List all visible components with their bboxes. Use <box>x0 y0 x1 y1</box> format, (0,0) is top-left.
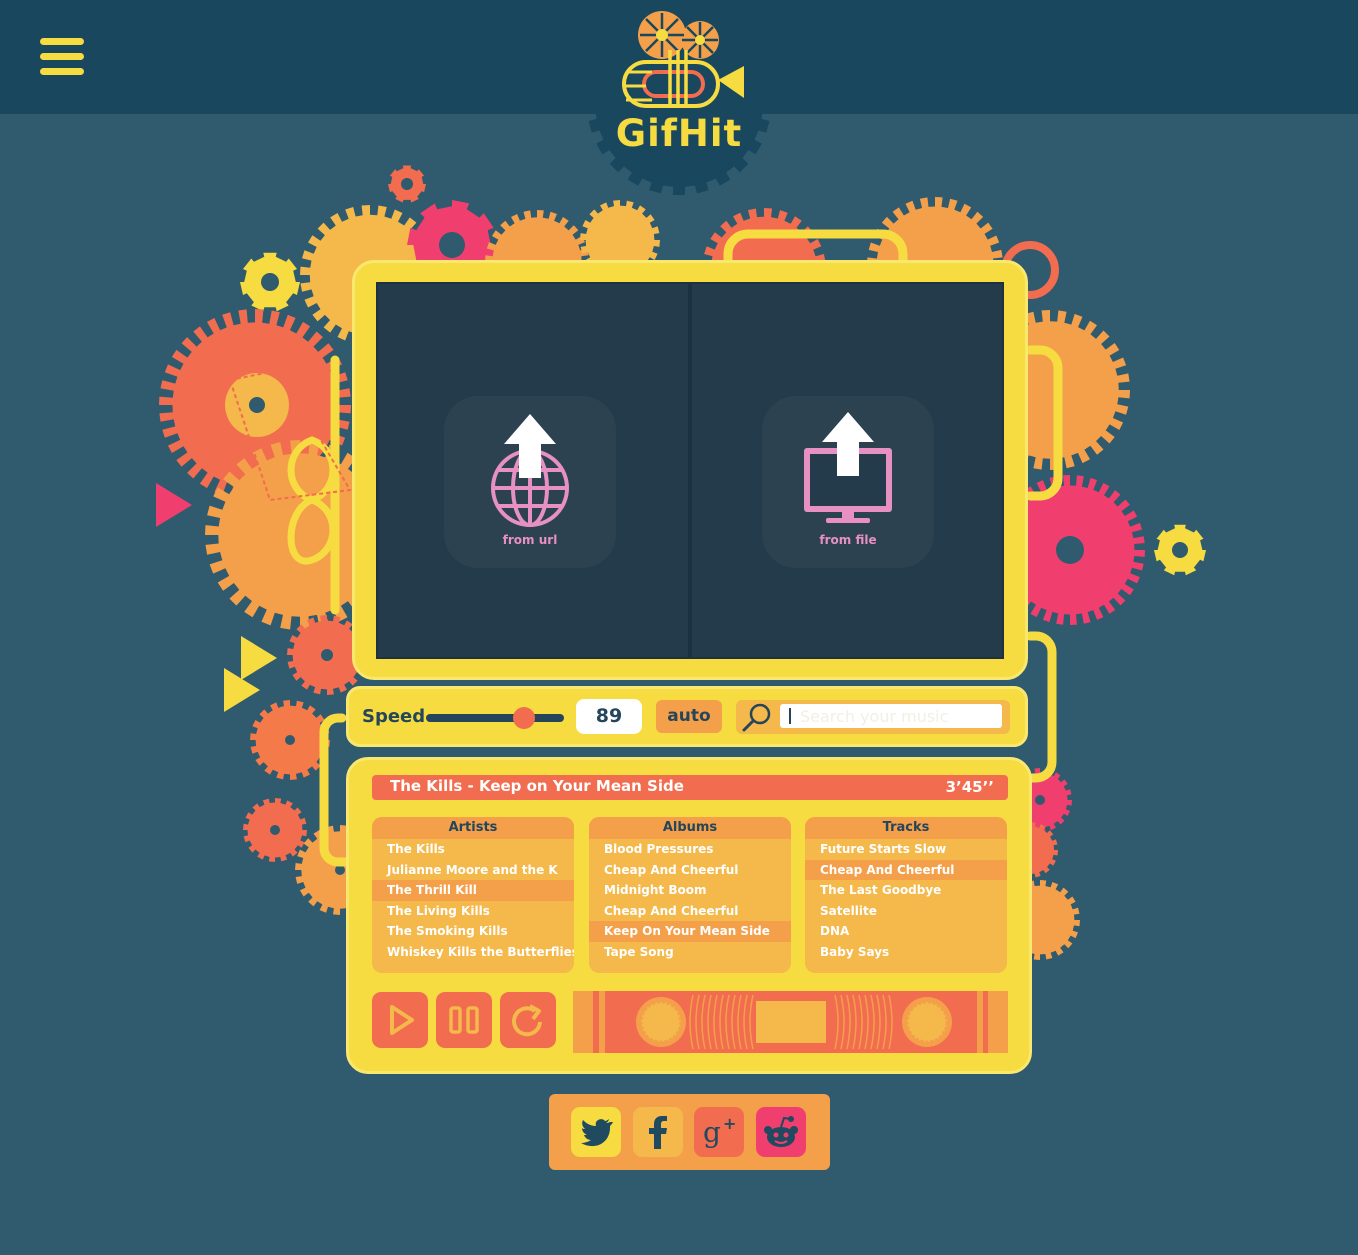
upload-from-file-button[interactable]: from file <box>762 396 934 568</box>
now-playing-duration: 3’45’’ <box>945 778 994 796</box>
now-playing-title: The Kills - Keep on Your Mean Side <box>390 777 684 795</box>
play-button[interactable] <box>372 992 428 1048</box>
tracks-column: Tracks Future Starts Slow Cheap And Cheer… <box>805 817 1007 973</box>
svg-text:g: g <box>703 1116 721 1149</box>
cassette-tape-visualizer <box>573 991 1008 1053</box>
google-plus-button[interactable]: g + <box>694 1107 744 1157</box>
album-list-item[interactable]: Keep On Your Mean Side <box>589 921 791 942</box>
now-playing-bar: The Kills - Keep on Your Mean Side 3’45’… <box>372 775 1008 800</box>
track-list-item[interactable]: The Last Goodbye <box>805 880 1007 901</box>
artists-list: The Kills Julianne Moore and the K The Thr… <box>372 839 574 963</box>
reddit-icon <box>764 1116 798 1147</box>
from-file-label: from file <box>819 533 877 547</box>
artist-list-item[interactable]: The Living Kills <box>372 901 574 922</box>
pause-icon <box>449 1006 479 1034</box>
album-list-item[interactable]: Cheap And Cheerful <box>589 860 791 881</box>
text-caret <box>789 708 791 724</box>
from-url-label: from url <box>502 533 558 547</box>
pause-button[interactable] <box>436 992 492 1048</box>
speed-slider-knob[interactable] <box>512 707 535 729</box>
twitter-button[interactable] <box>571 1107 621 1157</box>
albums-header: Albums <box>589 817 791 839</box>
cassette-reels-icon <box>573 991 1008 1053</box>
play-icon <box>390 1005 414 1035</box>
repeat-icon <box>512 1004 542 1037</box>
speed-label: Speed <box>362 706 426 727</box>
artist-list-item[interactable]: The Kills <box>372 839 574 860</box>
album-list-item[interactable]: Blood Pressures <box>589 839 791 860</box>
track-list-item[interactable]: Satellite <box>805 901 1007 922</box>
track-list-item[interactable]: Future Starts Slow <box>805 839 1007 860</box>
facebook-button[interactable] <box>633 1107 683 1157</box>
google-plus-icon: g + <box>703 1114 736 1149</box>
albums-column: Albums Blood Pressures Cheap And Cheerful… <box>589 817 791 973</box>
album-list-item[interactable]: Midnight Boom <box>589 880 791 901</box>
albums-list: Blood Pressures Cheap And Cheerful Midnigh… <box>589 839 791 963</box>
track-list-item[interactable]: Baby Says <box>805 942 1007 963</box>
upload-from-url-button[interactable]: from url <box>444 396 616 568</box>
artist-list-item[interactable]: Whiskey Kills the Butterflies <box>372 942 574 963</box>
artists-column: Artists The Kills Julianne Moore and the … <box>372 817 574 973</box>
track-list-item[interactable]: DNA <box>805 921 1007 942</box>
auto-button[interactable]: auto <box>656 700 722 733</box>
screen-divider <box>688 284 692 657</box>
album-list-item[interactable]: Cheap And Cheerful <box>589 901 791 922</box>
artist-list-item[interactable]: The Smoking Kills <box>372 921 574 942</box>
artist-list-item[interactable]: The Thrill Kill <box>372 880 574 901</box>
search-icon[interactable] <box>736 700 776 734</box>
artists-header: Artists <box>372 817 574 839</box>
album-list-item[interactable]: Tape Song <box>589 942 791 963</box>
svg-text:+: + <box>723 1114 736 1133</box>
twitter-icon <box>581 1119 613 1147</box>
tracks-header: Tracks <box>805 817 1007 839</box>
track-list-item[interactable]: Cheap And Cheerful <box>805 859 1007 881</box>
upload-screen: from url from file <box>376 282 1004 659</box>
facebook-icon <box>649 1116 667 1149</box>
repeat-button[interactable] <box>500 992 556 1048</box>
artist-list-item[interactable]: Julianne Moore and the K <box>372 860 574 881</box>
search-input[interactable] <box>780 704 1002 728</box>
tracks-list: Future Starts Slow Cheap And Cheerful The … <box>805 839 1007 963</box>
speed-slider-track[interactable] <box>426 714 564 722</box>
speed-value-field[interactable]: 89 <box>576 699 642 734</box>
reddit-button[interactable] <box>756 1107 806 1157</box>
